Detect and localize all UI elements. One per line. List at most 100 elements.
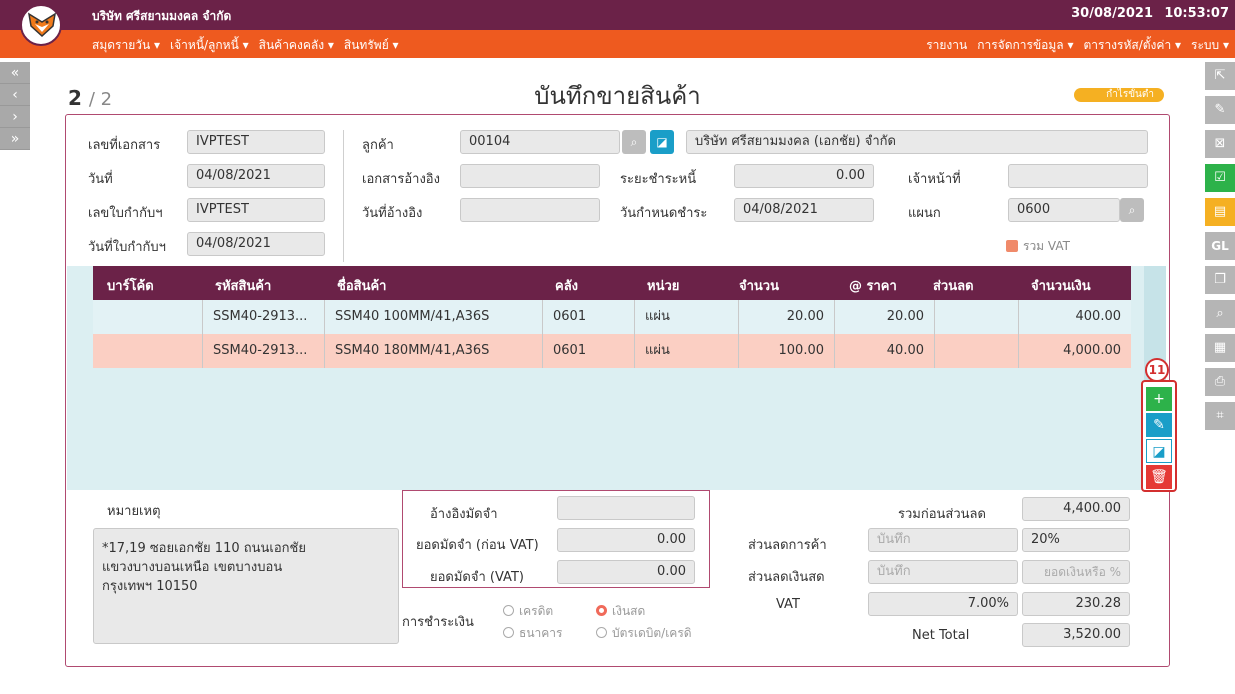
- scan-icon[interactable]: ⌗: [1205, 402, 1235, 430]
- delete-row-icon[interactable]: 🗑: [1146, 465, 1172, 489]
- cell-barcode: [93, 300, 203, 334]
- menu-journal[interactable]: สมุดรายวัน ▾: [92, 36, 160, 55]
- cash-discount-field[interactable]: ยอดเงินหรือ %: [1022, 560, 1130, 584]
- vat-label: VAT: [776, 597, 800, 612]
- print-doc-icon[interactable]: ▤: [1205, 198, 1235, 226]
- menu-data-management[interactable]: การจัดการข้อมูล ▾: [977, 36, 1073, 55]
- grid-header: บาร์โค้ด รหัสสินค้า ชื่อสินค้า คลัง หน่ว…: [93, 266, 1131, 300]
- trade-discount-field[interactable]: 20%: [1022, 528, 1130, 552]
- due-date-label: วันกำหนดชำระ: [620, 206, 708, 221]
- menu-assets[interactable]: สินทรัพย์ ▾: [344, 36, 399, 55]
- dept-field[interactable]: 0600: [1008, 198, 1120, 222]
- vat-include-checkbox[interactable]: รวม VAT: [1006, 237, 1070, 256]
- customer-search-icon[interactable]: ⌕: [622, 130, 646, 154]
- table-row[interactable]: SSM40-2913... SSM40 180MM/41,A36S 0601 แ…: [93, 334, 1131, 368]
- trade-discount-note-field[interactable]: บันทึก: [868, 528, 1018, 552]
- col-product-code[interactable]: รหัสสินค้า: [215, 275, 271, 296]
- radio-icon: [503, 627, 514, 638]
- menu-ap-ar[interactable]: เจ้าหนี้/ลูกหนี้ ▾: [170, 36, 249, 55]
- cash-discount-note-field[interactable]: บันทึก: [868, 560, 1018, 584]
- memo-line: *17,19 ซอยเอกชัย 110 ถนนเอกชัย: [102, 541, 306, 556]
- net-total-field: 3,520.00: [1022, 623, 1130, 647]
- radio-selected-icon: [596, 605, 607, 616]
- col-unit[interactable]: หน่วย: [647, 275, 679, 296]
- current-time: 10:53:07: [1164, 6, 1229, 21]
- col-discount[interactable]: ส่วนลด: [933, 275, 974, 296]
- vat-rate-field[interactable]: 7.00%: [868, 592, 1018, 616]
- col-barcode[interactable]: บาร์โค้ด: [107, 275, 154, 296]
- customer-expand-icon[interactable]: ◪: [650, 130, 674, 154]
- memo-textarea[interactable]: *17,19 ซอยเอกชัย 110 ถนนเอกชัย แขวงบางบอ…: [93, 528, 399, 644]
- menu-reports[interactable]: รายงาน: [926, 36, 967, 55]
- form-divider: [343, 130, 344, 262]
- date-label: วันที่: [88, 172, 113, 187]
- tax-inv-date-field[interactable]: 04/08/2021: [187, 232, 325, 256]
- payment-cash-radio[interactable]: เงินสด: [596, 602, 645, 621]
- deposit-ref-field[interactable]: [557, 496, 695, 520]
- customer-code-field[interactable]: 00104: [460, 130, 620, 154]
- doc-no-field[interactable]: IVPTEST: [187, 130, 325, 154]
- search-doc-icon[interactable]: ⌕: [1205, 300, 1235, 328]
- cell-barcode: [93, 334, 203, 368]
- customer-name-field[interactable]: บริษัท ศรีสยามมงคล (เอกชัย) จำกัด: [686, 130, 1148, 154]
- customer-label: ลูกค้า: [362, 138, 394, 153]
- cell-product-code: SSM40-2913...: [203, 300, 325, 334]
- date-field[interactable]: 04/08/2021: [187, 164, 325, 188]
- ref-doc-field[interactable]: [460, 164, 600, 188]
- cell-unit: แผ่น: [635, 334, 739, 368]
- deposit-vat-label: ยอดมัดจำ (VAT): [430, 570, 524, 585]
- col-product-name[interactable]: ชื่อสินค้า: [337, 275, 386, 296]
- table-icon[interactable]: ▦: [1205, 334, 1235, 362]
- net-total-label: Net Total: [912, 628, 970, 643]
- copy-icon[interactable]: ❐: [1205, 266, 1235, 294]
- menu-settings[interactable]: ตารางรหัส/ตั้งค่า ▾: [1083, 36, 1181, 55]
- credit-term-field[interactable]: 0.00: [734, 164, 874, 188]
- fox-logo-icon[interactable]: [20, 4, 62, 46]
- cell-product-code: SSM40-2913...: [203, 334, 325, 368]
- credit-term-label: ระยะชำระหนี้: [620, 172, 697, 187]
- printer-icon[interactable]: ⎙: [1205, 368, 1235, 396]
- approve-icon[interactable]: ☑: [1205, 164, 1235, 192]
- ref-doc-label: เอกสารอ้างอิง: [362, 172, 440, 187]
- expand-row-icon[interactable]: ◪: [1146, 439, 1172, 463]
- gl-icon[interactable]: GL: [1205, 232, 1235, 260]
- edit-row-icon[interactable]: ✎: [1146, 413, 1172, 437]
- menu-system[interactable]: ระบบ ▾: [1191, 36, 1229, 55]
- col-price[interactable]: @ ราคา: [849, 275, 897, 296]
- cancel-doc-icon[interactable]: ⊠: [1205, 130, 1235, 158]
- trade-discount-label: ส่วนลดการค้า: [748, 538, 827, 553]
- ref-date-label: วันที่อ้างอิง: [362, 206, 423, 221]
- payment-credit-radio[interactable]: เครดิต: [503, 602, 553, 621]
- cell-product-name: SSM40 100MM/41,A36S: [325, 300, 543, 334]
- min-profit-badge[interactable]: กำไรขั้นต่ำ: [1074, 88, 1164, 102]
- step-number-badge: 11: [1145, 358, 1169, 382]
- menu-inventory[interactable]: สินค้าคงคลัง ▾: [259, 36, 334, 55]
- table-row[interactable]: SSM40-2913... SSM40 100MM/41,A36S 0601 แ…: [93, 300, 1131, 334]
- row-actions: + ✎ ◪ 🗑: [1141, 380, 1177, 492]
- memo-line: กรุงเทพฯ 10150: [102, 579, 198, 594]
- ref-date-field[interactable]: [460, 198, 600, 222]
- col-amount[interactable]: จำนวนเงิน: [1031, 275, 1091, 296]
- memo-line: แขวงบางบอนเหนือ เขตบางบอน: [102, 560, 283, 575]
- col-qty[interactable]: จำนวน: [739, 275, 779, 296]
- tax-inv-field[interactable]: IVPTEST: [187, 198, 325, 222]
- col-warehouse[interactable]: คลัง: [555, 275, 578, 296]
- cell-qty: 100.00: [739, 334, 835, 368]
- deposit-vat-field[interactable]: 0.00: [557, 560, 695, 584]
- dept-search-icon[interactable]: ⌕: [1120, 198, 1144, 222]
- cell-warehouse: 0601: [543, 300, 635, 334]
- payment-card-radio[interactable]: บัตรเดบิต/เครดิ: [596, 624, 692, 643]
- add-row-icon[interactable]: +: [1146, 387, 1172, 411]
- cell-amount: 4,000.00: [1063, 343, 1121, 358]
- due-date-field[interactable]: 04/08/2021: [734, 198, 874, 222]
- right-toolbar: ⇱ ✎ ⊠ ☑ ▤ GL ❐ ⌕ ▦ ⎙ ⌗: [1205, 62, 1235, 436]
- cell-warehouse: 0601: [543, 334, 635, 368]
- last-record-button[interactable]: »: [0, 128, 30, 150]
- payment-bank-radio[interactable]: ธนาคาร: [503, 624, 562, 643]
- before-discount-field: 4,400.00: [1022, 497, 1130, 521]
- cell-discount: [935, 300, 1019, 334]
- officer-field[interactable]: [1008, 164, 1148, 188]
- deposit-pre-vat-label: ยอดมัดจำ (ก่อน VAT): [416, 538, 539, 553]
- radio-label: บัตรเดบิต/เครดิ: [612, 626, 692, 640]
- deposit-pre-vat-field[interactable]: 0.00: [557, 528, 695, 552]
